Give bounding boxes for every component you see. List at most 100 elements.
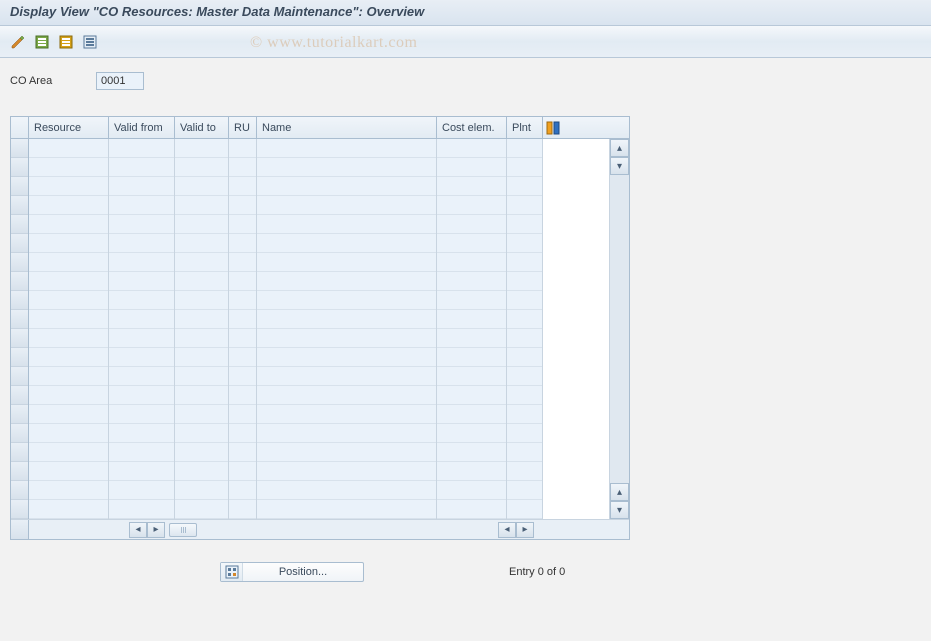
table-cell[interactable] [437, 139, 506, 158]
table-cell[interactable] [175, 424, 228, 443]
table-row-header[interactable] [11, 196, 28, 215]
col-head-resource[interactable]: Resource [29, 117, 109, 138]
table-cell[interactable] [507, 329, 542, 348]
table-cell[interactable] [257, 424, 436, 443]
table-cell[interactable] [507, 424, 542, 443]
table-cell[interactable] [29, 310, 108, 329]
hscroll-right-button[interactable]: ▸ [147, 522, 165, 538]
table-cell[interactable] [109, 367, 174, 386]
table-cell[interactable] [229, 500, 256, 519]
table-cell[interactable] [109, 443, 174, 462]
table-cell[interactable] [257, 310, 436, 329]
table-cell[interactable] [507, 481, 542, 500]
table-cell[interactable] [507, 500, 542, 519]
table-cell[interactable] [437, 196, 506, 215]
table-cell[interactable] [175, 215, 228, 234]
table-cell[interactable] [109, 158, 174, 177]
table-cell[interactable] [175, 139, 228, 158]
table-cell[interactable] [29, 462, 108, 481]
hscroll-right-button-2[interactable]: ▸ [516, 522, 534, 538]
col-head-plnt[interactable]: Plnt [507, 117, 543, 138]
table-cell[interactable] [229, 253, 256, 272]
table-row-header[interactable] [11, 234, 28, 253]
table-cell[interactable] [507, 405, 542, 424]
table-row-header[interactable] [11, 158, 28, 177]
table-cell[interactable] [257, 348, 436, 367]
col-head-name[interactable]: Name [257, 117, 437, 138]
table-config-button[interactable] [543, 117, 563, 138]
table-cell[interactable] [29, 348, 108, 367]
table-cell[interactable] [29, 405, 108, 424]
table-cell[interactable] [109, 462, 174, 481]
table-cell[interactable] [437, 272, 506, 291]
table-row-header[interactable] [11, 215, 28, 234]
table-cell[interactable] [175, 405, 228, 424]
vscroll-track[interactable] [610, 175, 629, 483]
table-row-header[interactable] [11, 272, 28, 291]
table-row-header[interactable] [11, 310, 28, 329]
table-cell[interactable] [109, 291, 174, 310]
table-cell[interactable] [175, 272, 228, 291]
table-cell[interactable] [109, 234, 174, 253]
table-cell[interactable] [507, 253, 542, 272]
table-cell[interactable] [109, 405, 174, 424]
table-cell[interactable] [29, 329, 108, 348]
table-cell[interactable] [175, 291, 228, 310]
table-cell[interactable] [175, 348, 228, 367]
hscroll-thumb[interactable] [169, 523, 197, 537]
table-cell[interactable] [507, 158, 542, 177]
table-cell[interactable] [229, 291, 256, 310]
table-cell[interactable] [229, 215, 256, 234]
table-cell[interactable] [175, 481, 228, 500]
table-cell[interactable] [29, 272, 108, 291]
table-cell[interactable] [437, 462, 506, 481]
table-cell[interactable] [229, 424, 256, 443]
table-cell[interactable] [29, 158, 108, 177]
table-cell[interactable] [437, 310, 506, 329]
scroll-up-button[interactable]: ▴ [610, 139, 629, 157]
table-cell[interactable] [109, 253, 174, 272]
table-cell[interactable] [437, 386, 506, 405]
table-cell[interactable] [229, 272, 256, 291]
table-cell[interactable] [229, 234, 256, 253]
table-row-header[interactable] [11, 367, 28, 386]
table-cell[interactable] [175, 234, 228, 253]
table-cell[interactable] [229, 348, 256, 367]
table-cell[interactable] [257, 405, 436, 424]
table-cell[interactable] [437, 177, 506, 196]
table-cell[interactable] [507, 139, 542, 158]
table-cell[interactable] [29, 500, 108, 519]
table-cell[interactable] [29, 443, 108, 462]
table-cell[interactable] [437, 481, 506, 500]
table-cell[interactable] [175, 158, 228, 177]
table-cell[interactable] [109, 215, 174, 234]
table-cell[interactable] [229, 367, 256, 386]
col-head-valid-to[interactable]: Valid to [175, 117, 229, 138]
horizontal-scrollbar[interactable]: ◂ ▸ ◂ ▸ [11, 519, 629, 539]
table-cell[interactable] [257, 367, 436, 386]
table-cell[interactable] [175, 253, 228, 272]
table-cell[interactable] [257, 462, 436, 481]
col-head-valid-from[interactable]: Valid from [109, 117, 175, 138]
table-cell[interactable] [257, 139, 436, 158]
table-cell[interactable] [437, 234, 506, 253]
scroll-down-button[interactable]: ▾ [610, 157, 629, 175]
table-cell[interactable] [229, 196, 256, 215]
table-cell[interactable] [109, 310, 174, 329]
table-row-header[interactable] [11, 500, 28, 519]
table-cell[interactable] [507, 386, 542, 405]
display-change-button[interactable] [8, 32, 28, 52]
table-cell[interactable] [109, 177, 174, 196]
table-cell[interactable] [29, 215, 108, 234]
col-head-cost-elem[interactable]: Cost elem. [437, 117, 507, 138]
table-cell[interactable] [29, 139, 108, 158]
table-cell[interactable] [229, 443, 256, 462]
table-cell[interactable] [29, 367, 108, 386]
scroll-down-button-2[interactable]: ▾ [610, 501, 629, 519]
table-row-header[interactable] [11, 253, 28, 272]
table-cell[interactable] [507, 196, 542, 215]
table-cell[interactable] [229, 386, 256, 405]
table-cell[interactable] [109, 272, 174, 291]
table-cell[interactable] [175, 443, 228, 462]
table-cell[interactable] [29, 481, 108, 500]
